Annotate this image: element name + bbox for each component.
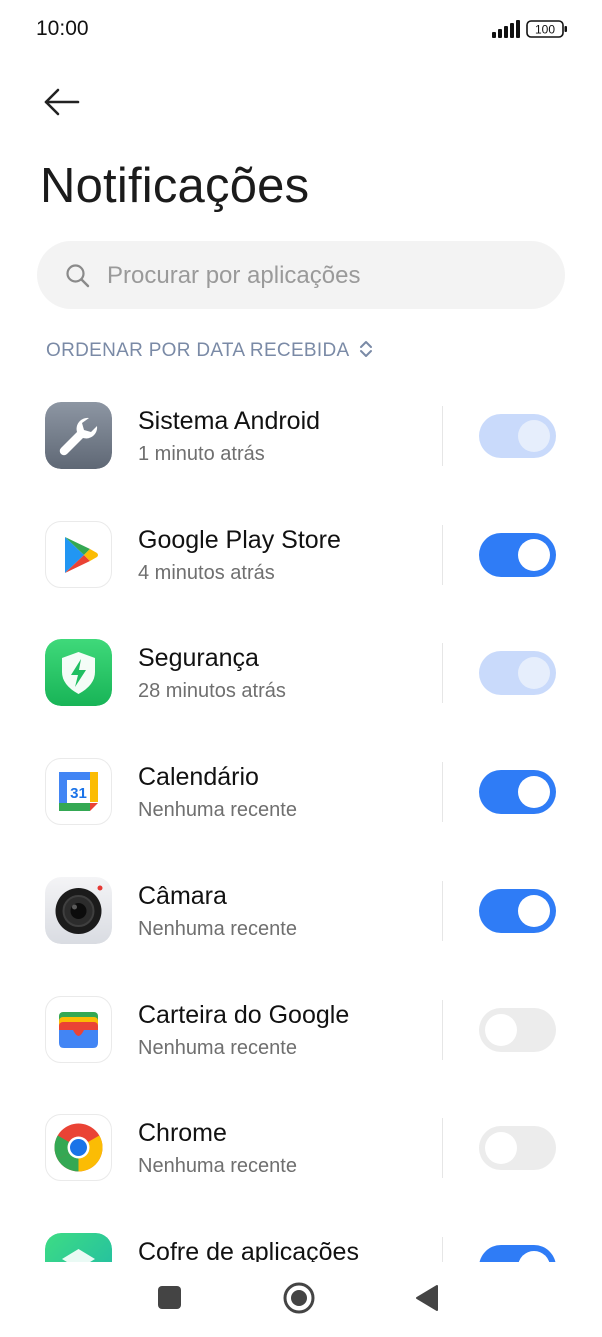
arrow-left-icon <box>44 88 80 116</box>
security-shield-icon <box>45 639 112 706</box>
navigation-bar <box>0 1262 602 1337</box>
app-name: Calendário <box>138 763 259 791</box>
app-last-notification: Nenhuma recente <box>138 918 297 940</box>
app-vault-icon <box>45 1233 112 1262</box>
app-list: Sistema Android 1 minuto atrás Google Pl… <box>0 376 602 1262</box>
app-row-camara[interactable]: Câmara Nenhuma recente <box>0 851 602 969</box>
back-button[interactable] <box>38 82 86 122</box>
notification-toggle[interactable] <box>479 651 556 695</box>
app-row-seguranca[interactable]: Segurança 28 minutos atrás <box>0 613 602 731</box>
divider <box>442 762 443 822</box>
divider <box>442 643 443 703</box>
search-icon <box>65 263 91 294</box>
app-last-notification: Nenhuma recente <box>138 799 297 821</box>
status-bar: 10:00 100 <box>0 0 602 60</box>
signal-icon <box>492 20 520 43</box>
battery-icon: 100 <box>526 20 568 43</box>
divider <box>442 1118 443 1178</box>
app-name: Carteira do Google <box>138 1001 350 1029</box>
chevron-updown-icon <box>359 340 373 363</box>
notification-toggle[interactable] <box>479 889 556 933</box>
page-title: Notificações <box>40 159 310 213</box>
sort-label: ORDENAR POR DATA RECEBIDA <box>46 340 350 361</box>
sort-selector[interactable]: ORDENAR POR DATA RECEBIDA <box>46 338 373 364</box>
status-time: 10:00 <box>36 17 89 40</box>
app-last-notification: 28 minutos atrás <box>138 680 286 702</box>
calendar-date-text: 31 <box>70 785 87 802</box>
notification-toggle[interactable] <box>479 770 556 814</box>
app-last-notification: Nenhuma recente <box>138 1155 297 1177</box>
app-row-google-play-store[interactable]: Google Play Store 4 minutos atrás <box>0 495 602 613</box>
search-input[interactable] <box>105 241 549 311</box>
google-calendar-icon: 31 <box>45 758 112 825</box>
square-recents-icon[interactable] <box>158 1286 181 1309</box>
notification-toggle[interactable] <box>479 1245 556 1262</box>
app-last-notification: 1 minuto atrás <box>138 443 265 465</box>
app-last-notification: Nenhuma recente <box>138 1037 297 1059</box>
divider <box>442 406 443 466</box>
search-box[interactable] <box>37 241 565 311</box>
divider <box>442 525 443 585</box>
app-name: Google Play Store <box>138 526 341 554</box>
app-name: Câmara <box>138 882 227 910</box>
notification-toggle[interactable] <box>479 414 556 458</box>
google-wallet-icon <box>45 996 112 1063</box>
chrome-icon <box>45 1114 112 1181</box>
divider <box>442 1000 443 1060</box>
app-name: Cofre de aplicações <box>138 1238 359 1262</box>
app-last-notification: 4 minutos atrás <box>138 562 275 584</box>
camera-icon <box>45 877 112 944</box>
app-name: Sistema Android <box>138 407 321 435</box>
app-row-sistema-android[interactable]: Sistema Android 1 minuto atrás <box>0 376 602 494</box>
notification-toggle[interactable] <box>479 1008 556 1052</box>
app-row-cofre-de-aplicacoes[interactable]: Cofre de aplicações <box>0 1207 602 1262</box>
wrench-settings-icon <box>45 402 112 469</box>
battery-level: 100 <box>535 23 555 37</box>
app-row-chrome[interactable]: Chrome Nenhuma recente <box>0 1088 602 1206</box>
triangle-back-icon[interactable] <box>414 1284 440 1317</box>
notification-toggle[interactable] <box>479 533 556 577</box>
divider <box>442 1237 443 1262</box>
app-name: Segurança <box>138 644 259 672</box>
notification-toggle[interactable] <box>479 1126 556 1170</box>
circle-home-icon[interactable] <box>282 1281 316 1320</box>
app-name: Chrome <box>138 1119 227 1147</box>
divider <box>442 881 443 941</box>
google-play-icon <box>45 521 112 588</box>
app-row-carteira-do-google[interactable]: Carteira do Google Nenhuma recente <box>0 970 602 1088</box>
app-row-calendario[interactable]: 31 Calendário Nenhuma recente <box>0 732 602 850</box>
